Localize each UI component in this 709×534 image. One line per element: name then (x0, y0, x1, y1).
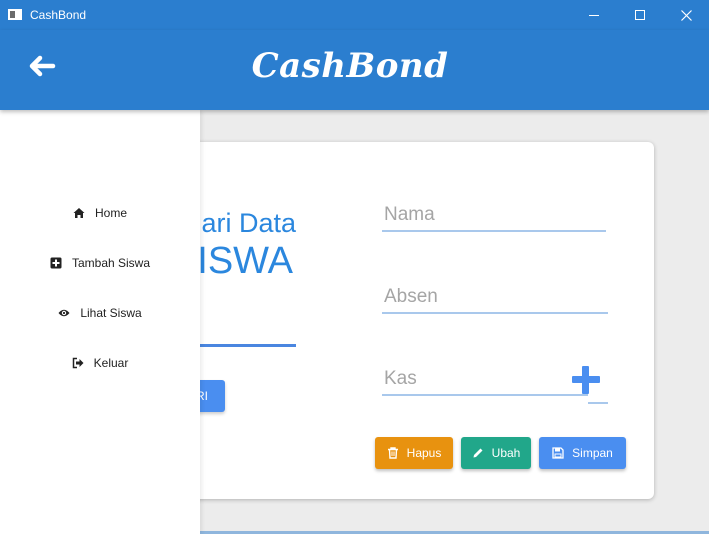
sidebar-item-label: Lihat Siswa (80, 306, 142, 320)
sidebar-item-tambah-siswa[interactable]: Tambah Siswa (0, 251, 200, 275)
sign-out-icon (72, 357, 84, 369)
minimize-button[interactable] (571, 0, 617, 30)
add-kas-plus-icon[interactable] (570, 364, 602, 396)
sidebar-item-home[interactable]: Home (0, 201, 200, 225)
app-header: CashBond (0, 30, 709, 110)
pencil-icon (473, 448, 483, 458)
sidebar-item-label: Tambah Siswa (71, 256, 151, 270)
sidebar-item-keluar[interactable]: Keluar (0, 351, 200, 375)
simpan-label: Simpan (572, 446, 613, 460)
sidebar-drawer: Home Tambah Siswa Lihat Siswa Keluar (0, 110, 200, 534)
trash-icon (387, 447, 398, 459)
kas-underline (588, 402, 608, 404)
sidebar-item-label: Home (94, 206, 127, 220)
app-window-icon (8, 9, 22, 20)
kas-field[interactable] (382, 364, 588, 396)
absen-field[interactable] (382, 282, 608, 314)
hapus-button[interactable]: Hapus (375, 437, 453, 469)
window-title: CashBond (30, 8, 87, 22)
ubah-button[interactable]: Ubah (461, 437, 531, 469)
close-icon (680, 9, 692, 21)
close-button[interactable] (663, 0, 709, 30)
plus-square-icon (50, 257, 62, 269)
maximize-icon (635, 10, 645, 20)
form-card: ari Data ISWA RI Hapus Ubah Simpan (160, 142, 654, 499)
minimize-icon (589, 14, 599, 16)
home-icon (73, 208, 85, 218)
eye-icon (58, 309, 70, 317)
sidebar-item-lihat-siswa[interactable]: Lihat Siswa (0, 301, 200, 325)
sidebar-item-label: Keluar (93, 356, 129, 370)
save-floppy-icon (552, 447, 564, 459)
ubah-label: Ubah (491, 446, 521, 460)
simpan-button[interactable]: Simpan (539, 437, 626, 469)
hapus-label: Hapus (406, 446, 442, 460)
window-title-bar: CashBond (0, 0, 709, 30)
brand-logo-text: CashBond (251, 46, 449, 86)
maximize-button[interactable] (617, 0, 663, 30)
nama-field[interactable] (382, 200, 606, 232)
